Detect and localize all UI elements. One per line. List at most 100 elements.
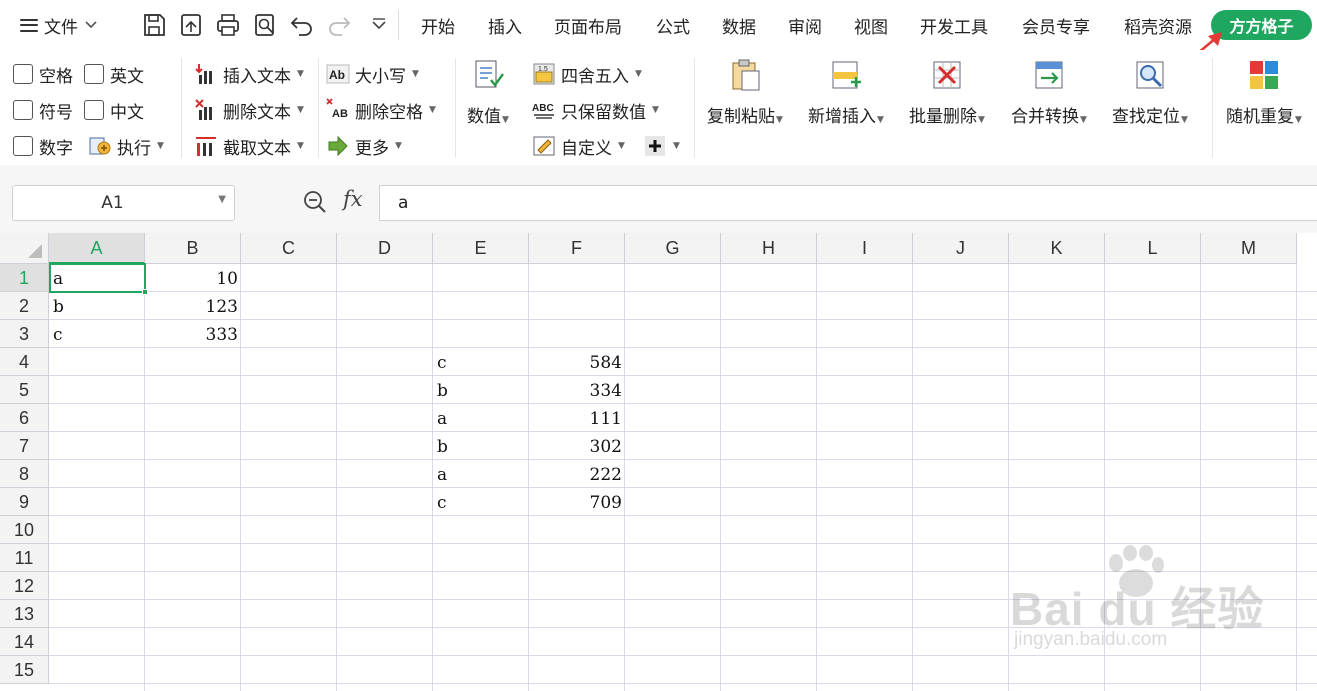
row-header[interactable]: 2 <box>0 292 49 320</box>
chevron-down-icon[interactable]: ▼ <box>218 194 226 205</box>
tab-page-layout[interactable]: 页面布局 <box>554 13 622 38</box>
tab-formulas[interactable]: 公式 <box>656 13 690 38</box>
column-header[interactable]: H <box>721 233 817 264</box>
add-button[interactable]: ▼ <box>643 133 680 159</box>
extract-text-button[interactable]: 截取文本 ▼ <box>194 133 304 159</box>
zoom-icon[interactable] <box>302 189 328 215</box>
checkbox-number[interactable]: 数字 <box>13 134 73 159</box>
print-preview-icon[interactable] <box>252 12 278 38</box>
keep-values-button[interactable]: ABC 只保留数值 ▼ <box>532 97 659 123</box>
row-header[interactable]: 3 <box>0 320 49 348</box>
delete-space-button[interactable]: AB 删除空格 ▼ <box>326 97 436 123</box>
customize-toolbar-icon[interactable] <box>366 12 392 38</box>
checkbox-space[interactable]: 空格 <box>13 62 73 87</box>
cell-text[interactable]: b <box>433 376 529 404</box>
checkbox-box[interactable] <box>13 100 33 120</box>
column-header[interactable]: D <box>337 233 433 264</box>
cell-value[interactable]: 10 <box>145 264 241 292</box>
find-locate-button[interactable]: 查找定位▼ <box>1112 58 1188 127</box>
column-header[interactable]: J <box>913 233 1009 264</box>
insert-text-button[interactable]: 插入文本 ▼ <box>194 61 304 87</box>
row-header[interactable]: 14 <box>0 628 49 656</box>
round-button[interactable]: 1.5 四舍五入 ▼ <box>532 61 642 87</box>
batch-delete-button[interactable]: 批量删除▼ <box>909 58 985 127</box>
cell-text[interactable]: c <box>49 320 145 348</box>
cell-text[interactable]: a <box>433 404 529 432</box>
file-menu[interactable]: 文件 <box>20 12 98 38</box>
cell-value[interactable]: 333 <box>145 320 241 348</box>
save-icon[interactable] <box>141 12 167 38</box>
merge-convert-button[interactable]: 合并转换▼ <box>1011 58 1087 127</box>
row-header[interactable]: 4 <box>0 348 49 376</box>
row-header[interactable]: 9 <box>0 488 49 516</box>
delete-text-button[interactable]: 删除文本 ▼ <box>194 97 304 123</box>
row-header[interactable]: 6 <box>0 404 49 432</box>
cell-value[interactable]: 222 <box>529 460 625 488</box>
cell-text[interactable]: a <box>433 460 529 488</box>
row-header[interactable]: 8 <box>0 460 49 488</box>
column-header[interactable]: F <box>529 233 625 264</box>
cell-value[interactable]: 709 <box>529 488 625 516</box>
checkbox-chinese[interactable]: 中文 <box>84 98 144 123</box>
cell-text[interactable]: c <box>433 348 529 376</box>
execute-button[interactable]: 执行 ▼ <box>88 133 164 159</box>
random-repeat-button[interactable]: 随机重复▼ <box>1226 58 1302 127</box>
custom-button[interactable]: 自定义 ▼ <box>532 133 625 159</box>
cell-value[interactable]: 123 <box>145 292 241 320</box>
fx-icon[interactable]: fx <box>343 187 363 211</box>
value-button[interactable]: 数值▼ <box>467 58 509 127</box>
insert-new-button[interactable]: 新增插入▼ <box>808 58 884 127</box>
checkbox-box[interactable] <box>13 64 33 84</box>
row-header[interactable]: 12 <box>0 572 49 600</box>
tab-home[interactable]: 开始 <box>421 13 455 38</box>
column-header[interactable]: C <box>241 233 337 264</box>
checkbox-symbol[interactable]: 符号 <box>13 98 73 123</box>
row-header[interactable]: 10 <box>0 516 49 544</box>
row-header[interactable]: 15 <box>0 656 49 684</box>
cell-text[interactable]: c <box>433 488 529 516</box>
tab-view[interactable]: 视图 <box>854 13 888 38</box>
cell-value[interactable]: 302 <box>529 432 625 460</box>
checkbox-box[interactable] <box>84 100 104 120</box>
fill-handle[interactable] <box>142 289 148 295</box>
export-icon[interactable] <box>178 12 204 38</box>
checkbox-english[interactable]: 英文 <box>84 62 144 87</box>
row-header[interactable]: 7 <box>0 432 49 460</box>
print-icon[interactable] <box>215 12 241 38</box>
column-header[interactable]: A <box>49 233 145 264</box>
row-header[interactable]: 5 <box>0 376 49 404</box>
tab-insert[interactable]: 插入 <box>488 13 522 38</box>
more-button[interactable]: 更多 ▼ <box>326 133 402 159</box>
dropdown-icon: ▼ <box>978 115 985 125</box>
row-header[interactable]: 1 <box>0 264 49 292</box>
column-header[interactable]: G <box>625 233 721 264</box>
checkbox-box[interactable] <box>13 136 33 156</box>
column-header[interactable]: K <box>1009 233 1105 264</box>
row-header[interactable]: 11 <box>0 544 49 572</box>
checkbox-box[interactable] <box>84 64 104 84</box>
copy-paste-button[interactable]: 复制粘贴▼ <box>707 58 783 127</box>
name-box[interactable]: A1 ▼ <box>12 185 235 221</box>
cell-value[interactable]: 334 <box>529 376 625 404</box>
column-header[interactable]: M <box>1201 233 1297 264</box>
undo-icon[interactable] <box>289 12 315 38</box>
tab-member[interactable]: 会员专享 <box>1022 13 1090 38</box>
case-button[interactable]: Ab 大小写 ▼ <box>326 61 419 87</box>
execute-label: 执行 <box>117 138 151 159</box>
row-header[interactable]: 13 <box>0 600 49 628</box>
cell-text[interactable]: b <box>49 292 145 320</box>
cell-text[interactable]: b <box>433 432 529 460</box>
tab-review[interactable]: 审阅 <box>788 13 822 38</box>
column-header[interactable]: B <box>145 233 241 264</box>
cell-value[interactable]: 584 <box>529 348 625 376</box>
select-all-corner[interactable] <box>0 233 49 264</box>
column-header[interactable]: L <box>1105 233 1201 264</box>
tab-developer[interactable]: 开发工具 <box>920 13 988 38</box>
formula-input[interactable]: a <box>379 185 1317 221</box>
column-header[interactable]: I <box>817 233 913 264</box>
cell-value[interactable]: 111 <box>529 404 625 432</box>
redo-icon[interactable] <box>326 12 352 38</box>
tab-data[interactable]: 数据 <box>722 13 756 38</box>
dropdown-icon: ▼ <box>673 141 680 151</box>
column-header[interactable]: E <box>433 233 529 264</box>
